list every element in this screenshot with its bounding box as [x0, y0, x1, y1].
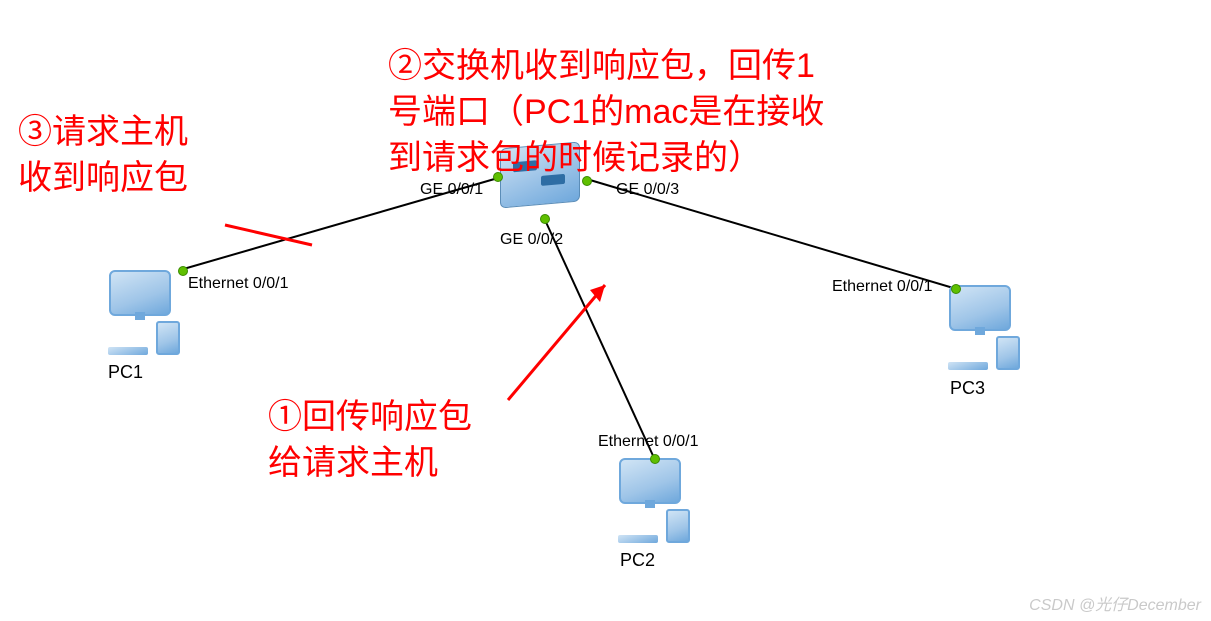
annotation-step3: ③请求主机收到响应包	[18, 110, 188, 202]
pc2-label: PC2	[620, 550, 655, 571]
pc2-port-label: Ethernet 0/0/1	[598, 433, 699, 451]
switch-port3-label: GE 0/0/3	[616, 181, 679, 199]
switch-port1-label: GE 0/0/1	[420, 181, 483, 199]
switch-port2-label: GE 0/0/2	[500, 231, 563, 249]
node-dot	[540, 214, 550, 224]
annotation-step1: ①回传响应包给请求主机	[268, 395, 472, 487]
pc3-port-label: Ethernet 0/0/1	[832, 278, 933, 296]
pc2-device	[610, 458, 690, 543]
watermark: CSDN @光仔December	[1029, 591, 1201, 615]
pc1-device	[100, 270, 180, 355]
pc1-label: PC1	[108, 362, 143, 383]
pc3-device	[940, 285, 1020, 370]
pc1-port-label: Ethernet 0/0/1	[188, 275, 289, 293]
node-dot	[650, 454, 660, 464]
node-dot	[178, 266, 188, 276]
pc3-label: PC3	[950, 378, 985, 399]
node-dot	[951, 284, 961, 294]
annotation-step2: ②交换机收到响应包，回传1号端口（PC1的mac是在接收到请求包的时候记录的）	[388, 44, 824, 182]
